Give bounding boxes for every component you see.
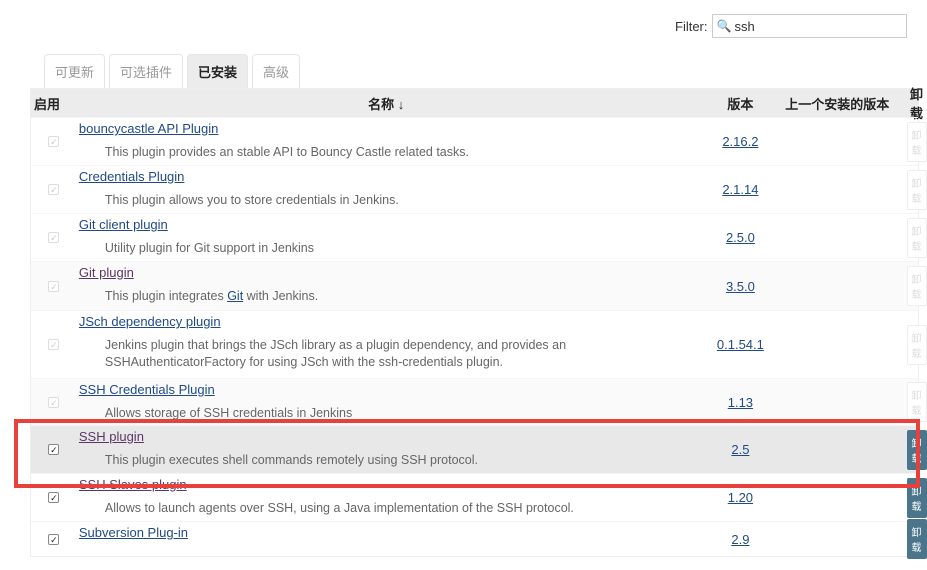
plugin-name-link[interactable]: SSH Slaves plugin bbox=[79, 477, 187, 492]
plugin-name-link[interactable]: JSch dependency plugin bbox=[79, 314, 221, 329]
enabled-checkbox[interactable]: ✓ bbox=[48, 533, 60, 545]
col-previous: 上一个安装的版本 bbox=[785, 96, 890, 112]
uninstall-button[interactable]: 卸载 bbox=[906, 121, 927, 162]
tab-updates[interactable]: 可更新 bbox=[44, 54, 106, 88]
uninstall-button[interactable]: 卸载 bbox=[906, 477, 927, 518]
table-row: ✓ Credentials Plugin This plugin allows y… bbox=[31, 165, 927, 213]
plugin-desc: This plugin provides an stable API to Bo… bbox=[104, 145, 469, 159]
version-link[interactable]: 0.1.54.1 bbox=[717, 337, 764, 352]
filter-input[interactable]: 🔍 ssh bbox=[711, 14, 907, 38]
enabled-checkbox[interactable]: ✓ bbox=[48, 396, 60, 408]
uninstall-button[interactable]: 卸载 bbox=[906, 169, 927, 210]
plugin-desc: Allows to launch agents over SSH, using … bbox=[104, 501, 574, 515]
enabled-checkbox[interactable]: ✓ bbox=[48, 232, 60, 243]
version-link[interactable]: 1.13 bbox=[728, 395, 753, 410]
enabled-checkbox[interactable]: ✓ bbox=[48, 184, 60, 195]
version-link[interactable]: 1.20 bbox=[728, 490, 753, 505]
enabled-checkbox[interactable]: ✓ bbox=[48, 339, 60, 350]
uninstall-button[interactable]: 卸载 bbox=[906, 382, 927, 422]
plugin-desc: Allows storage of SSH credentials in Jen… bbox=[104, 406, 353, 420]
git-link[interactable]: Git bbox=[227, 289, 243, 303]
plugin-desc: Utility plugin for Git support in Jenkin… bbox=[104, 241, 315, 255]
version-link[interactable]: 2.16.2 bbox=[722, 134, 758, 149]
enabled-checkbox[interactable]: ✓ bbox=[48, 136, 60, 147]
plugin-desc: This plugin executes shell commands remo… bbox=[104, 453, 478, 467]
col-version[interactable]: 版本 bbox=[696, 94, 786, 113]
plugin-name-link[interactable]: SSH Credentials Plugin bbox=[79, 382, 215, 397]
table-row: ✓ Subversion Plug-in 2.9 卸载 bbox=[31, 519, 927, 559]
plugin-desc: Jenkins plugin that brings the JSch libr… bbox=[104, 338, 567, 369]
plugins-table: 启用 名称 ↓ 版本 上一个安装的版本 卸载 ✓ bouncycastle AP… bbox=[30, 87, 927, 559]
plugin-desc: This plugin integrates Git with Jenkins. bbox=[79, 280, 696, 309]
uninstall-button[interactable]: 卸载 bbox=[906, 266, 927, 306]
search-icon: 🔍 bbox=[716, 19, 732, 33]
plugin-name-link[interactable]: Subversion Plug-in bbox=[79, 525, 188, 540]
version-link[interactable]: 2.5.0 bbox=[726, 230, 755, 245]
uninstall-button[interactable]: 卸载 bbox=[906, 324, 927, 365]
tab-advanced[interactable]: 高级 bbox=[252, 54, 301, 88]
table-row: ✓ SSH plugin This plugin executes shell c… bbox=[31, 425, 927, 473]
plugin-name-link[interactable]: bouncycastle API Plugin bbox=[79, 121, 218, 136]
version-link[interactable]: 2.1.14 bbox=[722, 182, 758, 197]
plugin-name-link[interactable]: Git plugin bbox=[79, 265, 134, 280]
plugin-name-link[interactable]: SSH plugin bbox=[79, 429, 144, 444]
table-row: ✓ SSH Slaves plugin Allows to launch agen… bbox=[31, 473, 927, 521]
filter-value: ssh bbox=[734, 18, 755, 34]
table-row: ✓ JSch dependency plugin Jenkins plugin t… bbox=[31, 310, 927, 378]
tab-installed[interactable]: 已安装 bbox=[187, 54, 249, 88]
table-header: 启用 名称 ↓ 版本 上一个安装的版本 卸载 bbox=[31, 87, 923, 121]
filter-label: Filter: bbox=[675, 18, 708, 34]
version-link[interactable]: 2.5 bbox=[731, 442, 749, 457]
version-link[interactable]: 3.5.0 bbox=[726, 279, 755, 294]
plugin-name-link[interactable]: Git client plugin bbox=[79, 217, 168, 232]
col-name[interactable]: 名称 ↓ bbox=[77, 94, 696, 113]
table-row: ✓ SSH Credentials Plugin Allows storage o… bbox=[31, 378, 927, 425]
filter: Filter: 🔍 ssh bbox=[675, 14, 907, 38]
uninstall-button[interactable]: 卸载 bbox=[906, 519, 927, 559]
uninstall-button[interactable]: 卸载 bbox=[906, 429, 927, 470]
plugin-name-link[interactable]: Credentials Plugin bbox=[79, 169, 185, 184]
uninstall-button[interactable]: 卸载 bbox=[906, 217, 927, 258]
enabled-checkbox[interactable]: ✓ bbox=[48, 280, 60, 292]
table-row: ✓ Git client plugin Utility plugin for Gi… bbox=[31, 213, 927, 261]
col-enabled: 启用 bbox=[34, 96, 61, 112]
version-link[interactable]: 2.9 bbox=[731, 532, 749, 547]
tab-available[interactable]: 可选插件 bbox=[109, 54, 184, 88]
tabs: 可更新 可选插件 已安装 高级 bbox=[44, 54, 301, 88]
enabled-checkbox[interactable]: ✓ bbox=[48, 492, 60, 503]
table-row: ✓ Git plugin This plugin integrates Git w… bbox=[31, 261, 927, 310]
enabled-checkbox[interactable]: ✓ bbox=[48, 444, 60, 455]
plugin-desc: This plugin allows you to store credenti… bbox=[104, 193, 399, 207]
desc-text: with Jenkins. bbox=[243, 289, 319, 303]
desc-text: This plugin integrates bbox=[104, 289, 228, 303]
table-row: ✓ bouncycastle API Plugin This plugin pro… bbox=[31, 117, 927, 165]
